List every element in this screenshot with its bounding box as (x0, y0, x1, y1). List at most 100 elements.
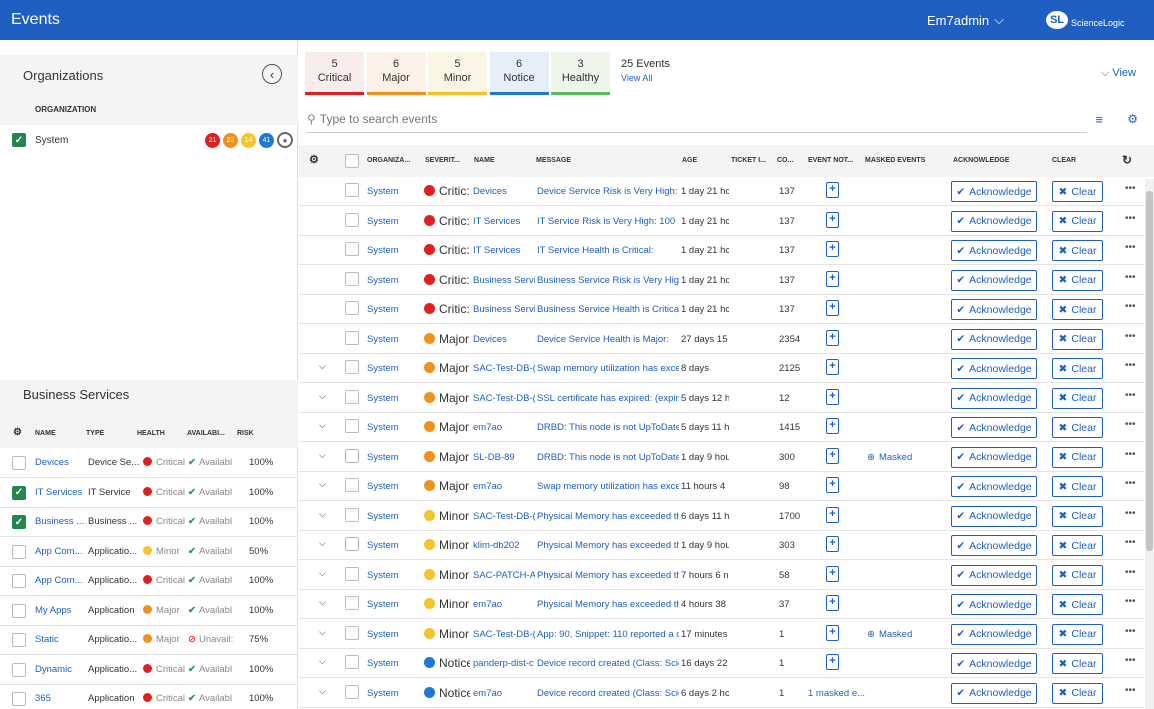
col-ack[interactable]: ACKNOWLEDGE (953, 157, 1009, 164)
business-service-row[interactable]: ✓ Business ... Business ... Critical ✔ Availa… (0, 508, 298, 537)
settings-gear-icon[interactable]: ⚙ (1127, 112, 1138, 126)
event-row[interactable]: System Major Devices Device Service Health … (299, 325, 1144, 354)
add-note-icon[interactable]: + (826, 654, 839, 670)
business-service-checkbox[interactable] (12, 456, 26, 470)
more-options-icon[interactable]: ••• (1125, 183, 1136, 194)
event-message[interactable]: App: 90, Snippet: 110 reported a c... (537, 629, 679, 640)
event-message[interactable]: IT Service Health is Critical: (537, 245, 679, 256)
clear-button[interactable]: ✖ Clear (1052, 476, 1103, 497)
expand-chevron-icon[interactable]: ⌵ (319, 597, 326, 608)
add-note-icon[interactable]: + (826, 418, 839, 434)
business-service-name[interactable]: 365 (35, 693, 51, 704)
business-service-row[interactable]: App Com... Applicatio... Minor ✔ Availabl 50% (0, 538, 298, 567)
clear-button[interactable]: ✖ Clear (1052, 210, 1103, 232)
clear-button[interactable]: ✖ Clear (1052, 505, 1103, 527)
col-org[interactable]: ORGANIZA... (367, 157, 410, 164)
event-organization[interactable]: System (367, 599, 399, 610)
event-name[interactable]: em7ao (473, 688, 535, 699)
more-options-icon[interactable]: ••• (1125, 508, 1136, 519)
table-settings-gear-icon[interactable]: ⚙ (309, 153, 319, 166)
business-service-name[interactable]: IT Services (35, 487, 82, 498)
event-name[interactable]: Business Servi (473, 275, 535, 286)
event-row[interactable]: System Critic: IT Services IT Service Risk … (299, 207, 1144, 236)
business-service-row[interactable]: 365 Application Critical ✔ Availabl 100% (0, 685, 298, 709)
event-organization[interactable]: System (367, 216, 399, 227)
event-organization[interactable]: System (367, 540, 399, 551)
add-note-icon[interactable]: + (826, 211, 839, 228)
event-message[interactable]: Business Service Risk is Very High:... (537, 275, 679, 286)
event-row[interactable]: System Critic: Business Servi Business Serv… (299, 266, 1144, 295)
notice-count-badge[interactable]: 41 (259, 132, 274, 148)
acknowledge-button[interactable]: ✔ Acknowledge (951, 328, 1037, 350)
event-checkbox[interactable] (345, 419, 359, 433)
add-note-icon[interactable]: + (826, 447, 839, 464)
clear-button[interactable]: ✖ Clear (1052, 682, 1103, 704)
event-message[interactable]: Device Service Risk is Very High: 1... (537, 186, 679, 197)
event-checkbox[interactable] (345, 183, 359, 197)
list-menu-icon[interactable]: ≡ (1095, 112, 1103, 127)
add-note-icon[interactable]: + (826, 270, 839, 287)
expand-chevron-icon[interactable]: ⌵ (319, 509, 326, 520)
event-checkbox[interactable] (345, 478, 359, 492)
view-all-link[interactable]: View All (621, 73, 670, 83)
event-checkbox[interactable] (345, 271, 359, 286)
event-row[interactable]: System Critic: Devices Device Service Risk … (299, 177, 1144, 206)
event-checkbox[interactable] (345, 684, 359, 699)
severity-tab-major[interactable]: 6 Major (366, 52, 426, 95)
scrollbar-thumb[interactable] (1146, 191, 1153, 551)
event-checkbox[interactable] (345, 330, 359, 345)
event-name[interactable]: Devices (473, 334, 535, 345)
more-options-icon[interactable]: ••• (1125, 478, 1136, 489)
business-service-row[interactable]: Devices Device Se... Critical ✔ Availabl 100% (0, 449, 298, 478)
expand-chevron-icon[interactable]: ⌵ (319, 538, 326, 549)
event-checkbox[interactable] (345, 448, 359, 463)
event-organization[interactable]: System (367, 570, 399, 581)
business-service-name[interactable]: My Apps (35, 605, 71, 616)
event-organization[interactable]: System (367, 658, 399, 669)
clear-button[interactable]: ✖ Clear (1052, 240, 1103, 261)
col-masked[interactable]: MASKED EVENTS (865, 157, 925, 164)
add-note-icon[interactable]: + (826, 506, 839, 523)
col-name[interactable]: NAME (474, 157, 495, 164)
event-checkbox[interactable] (345, 566, 359, 581)
event-message[interactable]: SSL certificate has expired: (expire... (537, 393, 679, 404)
clear-button[interactable]: ✖ Clear (1052, 564, 1103, 586)
event-checkbox[interactable] (345, 360, 359, 374)
masked-events-link[interactable]: ⊕ Masked (867, 452, 912, 463)
acknowledge-button[interactable]: ✔ Acknowledge (951, 446, 1037, 468)
acknowledge-button[interactable]: ✔ Acknowledge (951, 623, 1037, 645)
business-service-row[interactable]: Dynamic Applicatio... Critical ✔ Availabl 100… (0, 656, 298, 685)
minor-count-badge[interactable]: 14 (241, 132, 256, 148)
clear-button[interactable]: ✖ Clear (1052, 594, 1103, 615)
event-name[interactable]: SL-DB-89 (473, 452, 535, 463)
col-clear[interactable]: CLEAR (1052, 157, 1076, 164)
acknowledge-button[interactable]: ✔ Acknowledge (951, 181, 1037, 202)
event-message[interactable]: DRBD: This node is not UpToDate (537, 422, 679, 433)
more-options-icon[interactable]: ••• (1125, 685, 1136, 696)
event-note-link[interactable]: 1 masked e... (808, 688, 865, 699)
event-message[interactable]: Physical Memory has exceeded th... (537, 540, 679, 551)
event-message[interactable]: Business Service Health is Critical: (537, 304, 679, 315)
clear-button[interactable]: ✖ Clear (1052, 446, 1103, 468)
more-options-icon[interactable]: ••• (1125, 301, 1136, 312)
event-name[interactable]: em7ao (473, 481, 535, 492)
bs-col-availability[interactable]: AVAILABI... (187, 430, 225, 437)
view-button[interactable]: ⌵ View (1101, 67, 1136, 80)
event-organization[interactable]: System (367, 186, 399, 197)
business-service-checkbox[interactable] (12, 544, 26, 559)
event-message[interactable]: Swap memory utilization has exce... (537, 363, 679, 374)
refresh-icon[interactable]: ↻ (1122, 153, 1132, 167)
business-service-name[interactable]: Devices (35, 457, 69, 468)
expand-chevron-icon[interactable]: ⌵ (319, 391, 326, 402)
clear-button[interactable]: ✖ Clear (1052, 181, 1103, 202)
col-age[interactable]: AGE (682, 157, 697, 164)
more-options-icon[interactable]: ••• (1125, 537, 1136, 548)
event-organization[interactable]: System (367, 363, 399, 374)
event-message[interactable]: Swap memory utilization has exce... (537, 481, 679, 492)
event-checkbox[interactable] (345, 537, 359, 551)
event-message[interactable]: Device Service Health is Major: (537, 334, 679, 345)
add-note-icon[interactable]: + (826, 565, 839, 582)
business-service-name[interactable]: App Com... (35, 546, 83, 557)
event-name[interactable]: panderp-dist-c (473, 658, 535, 669)
acknowledge-button[interactable]: ✔ Acknowledge (951, 269, 1037, 291)
